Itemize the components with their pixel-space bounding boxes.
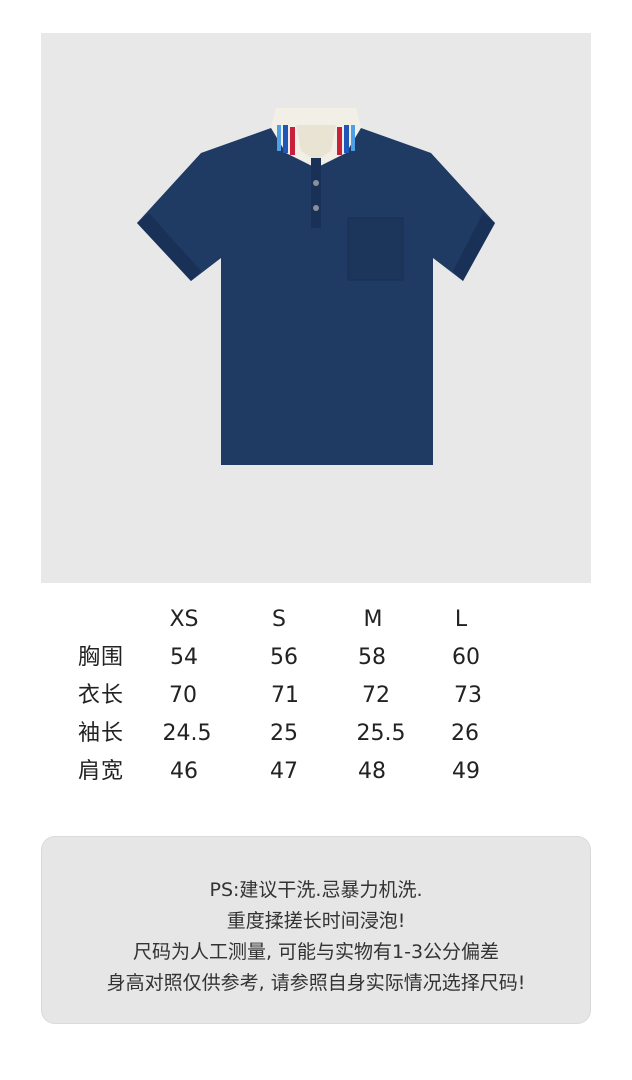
table-cell: 47: [270, 759, 298, 784]
note-line: 身高对照仅供参考, 请参照自身实际情况选择尺码!: [106, 972, 526, 994]
size-header-m: M: [363, 607, 383, 632]
size-header-l: L: [454, 607, 468, 632]
table-cell: 46: [170, 759, 198, 784]
note-line: 尺码为人工测量, 可能与实物有1-3公分偏差: [132, 941, 500, 963]
row-label-sleeve: 袖长: [78, 721, 125, 746]
size-table: XS S M L 胸围 54 56 58 60 衣长 70 71 72 73 袖…: [0, 600, 632, 800]
table-cell: 58: [358, 645, 386, 670]
note-line: PS:建议干洗.忌暴力机洗.: [209, 879, 423, 901]
row-label-shoulder: 肩宽: [78, 759, 125, 784]
table-cell: 49: [452, 759, 480, 784]
table-cell: 56: [270, 645, 298, 670]
table-cell: 25: [270, 721, 298, 746]
size-header-s: S: [272, 607, 286, 632]
product-photo: [41, 33, 591, 583]
table-cell: 60: [452, 645, 480, 670]
care-note: PS:建议干洗.忌暴力机洗. 重度揉搓长时间浸泡! 尺码为人工测量, 可能与实物…: [41, 836, 591, 1024]
table-cell: 71: [271, 683, 299, 708]
table-cell: 25.5: [356, 721, 406, 746]
table-cell: 48: [358, 759, 386, 784]
polo-shirt-image: [137, 108, 495, 465]
row-label-length: 衣长: [78, 683, 125, 708]
row-label-chest: 胸围: [78, 645, 125, 670]
size-header-xs: XS: [169, 607, 199, 632]
table-cell: 73: [454, 683, 482, 708]
table-cell: 72: [362, 683, 390, 708]
table-cell: 24.5: [162, 721, 212, 746]
table-cell: 26: [451, 721, 479, 746]
note-line: 重度揉搓长时间浸泡!: [226, 910, 406, 932]
table-cell: 70: [169, 683, 197, 708]
table-cell: 54: [170, 645, 198, 670]
